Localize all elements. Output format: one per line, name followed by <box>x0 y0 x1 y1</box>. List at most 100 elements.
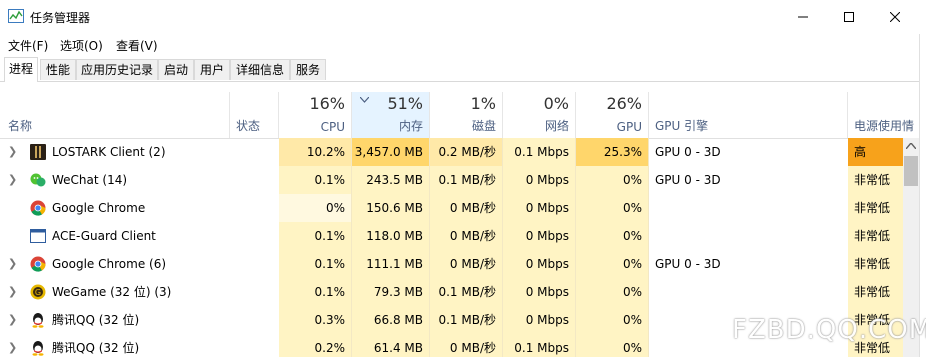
minimize-button[interactable] <box>780 0 826 34</box>
column-disk[interactable]: 1% 磁盘 <box>430 92 503 138</box>
process-gpu: 25.3% <box>576 138 649 166</box>
column-cpu[interactable]: 16% CPU <box>279 92 352 138</box>
process-disk: 0 MB/秒 <box>430 194 503 222</box>
process-net: 0 Mbps <box>503 250 576 278</box>
tab-startup[interactable]: 启动 <box>158 59 194 80</box>
expand-chevron-icon[interactable]: ❯ <box>8 306 18 334</box>
process-mem: 61.4 MB <box>352 334 430 357</box>
process-gpu: 0% <box>576 306 649 334</box>
process-cpu: 0.2% <box>279 334 352 357</box>
process-power-usage: 非常低 <box>848 194 903 222</box>
process-mem: 79.3 MB <box>352 278 430 306</box>
process-mem: 3,457.0 MB <box>352 138 430 166</box>
column-memory[interactable]: 51% 内存 <box>352 92 430 138</box>
process-net: 0 Mbps <box>503 222 576 250</box>
process-name: ACE-Guard Client <box>52 229 156 243</box>
process-row[interactable]: ❯ WeChat (14) 0.1% 243.5 MB 0.1 MB/秒 0 Mbps 0%… <box>0 166 903 194</box>
menu-file[interactable]: 文件(F) <box>8 37 48 54</box>
process-cpu: 0.1% <box>279 222 352 250</box>
process-name: Google Chrome (6) <box>52 257 167 271</box>
process-row[interactable]: ❯ Google Chrome (6) 0.1% 111.1 MB 0 MB/秒 0 Mb… <box>0 250 903 278</box>
minimize-icon <box>798 16 808 18</box>
watermark-text: FZBD.QQ.COM <box>732 315 926 345</box>
process-name: WeGame (32 位) (3) <box>52 285 172 299</box>
maximize-icon <box>844 12 854 22</box>
process-disk: 0.1 MB/秒 <box>430 166 503 194</box>
process-name: 腾讯QQ (32 位) <box>52 313 140 327</box>
chrome-icon <box>30 256 46 272</box>
process-cpu: 0.1% <box>279 278 352 306</box>
process-cpu: 0.1% <box>279 166 352 194</box>
process-row[interactable]: Google Chrome 0% 150.6 MB 0 MB/秒 0 Mbps 0% 非常低 <box>0 194 903 222</box>
process-mem: 111.1 MB <box>352 250 430 278</box>
process-mem: 243.5 MB <box>352 166 430 194</box>
expand-chevron-icon[interactable] <box>8 194 18 222</box>
wegame-icon: G <box>30 284 46 300</box>
task-manager-icon <box>8 9 24 23</box>
menu-view[interactable]: 查看(V) <box>116 37 158 54</box>
qq-icon <box>32 313 44 328</box>
process-net: 0.1 Mbps <box>503 334 576 357</box>
qq-icon <box>32 341 44 356</box>
process-row[interactable]: ❯ LOSTARK Client (2) 10.2% 3,457.0 MB 0.2 MB… <box>0 138 903 166</box>
process-cpu: 0.3% <box>279 306 352 334</box>
scrollbar-thumb[interactable] <box>904 156 918 186</box>
menu-bar: 文件(F) 选项(O) 查看(V) <box>0 34 926 54</box>
process-mem: 118.0 MB <box>352 222 430 250</box>
tab-strip: 进程 性能 应用历史记录 启动 用户 详细信息 服务 <box>0 56 926 82</box>
tab-services[interactable]: 服务 <box>290 59 326 80</box>
process-gpu: 0% <box>576 166 649 194</box>
process-gpu: 0% <box>576 222 649 250</box>
process-status <box>230 278 279 306</box>
process-disk: 0.2 MB/秒 <box>430 138 503 166</box>
ace-guard-icon <box>30 229 46 243</box>
expand-chevron-icon[interactable]: ❯ <box>8 138 18 166</box>
scroll-up-icon <box>906 143 916 149</box>
menu-options[interactable]: 选项(O) <box>60 37 103 54</box>
tab-processes[interactable]: 进程 <box>4 57 38 82</box>
process-power-usage: 高 <box>848 138 903 166</box>
close-button[interactable] <box>872 0 918 34</box>
process-disk: 0 MB/秒 <box>430 250 503 278</box>
process-cpu: 10.2% <box>279 138 352 166</box>
process-power-usage: 非常低 <box>848 250 903 278</box>
process-power-usage: 非常低 <box>848 166 903 194</box>
window-title: 任务管理器 <box>30 11 91 25</box>
column-power-usage[interactable]: 电源使用情 <box>848 92 919 138</box>
expand-chevron-icon[interactable]: ❯ <box>8 278 18 306</box>
tab-app-history[interactable]: 应用历史记录 <box>76 59 158 80</box>
expand-chevron-icon[interactable]: ❯ <box>8 166 18 194</box>
process-net: 0 Mbps <box>503 306 576 334</box>
process-status <box>230 138 279 166</box>
process-gpu-engine: GPU 0 - 3D <box>655 257 721 271</box>
process-gpu: 0% <box>576 278 649 306</box>
process-gpu-engine: GPU 0 - 3D <box>655 145 721 159</box>
expand-chevron-icon[interactable]: ❯ <box>8 250 18 278</box>
tab-performance[interactable]: 性能 <box>40 59 76 80</box>
tab-details[interactable]: 详细信息 <box>230 59 290 80</box>
wechat-icon <box>30 173 46 187</box>
process-cpu: 0% <box>279 194 352 222</box>
process-disk: 0 MB/秒 <box>430 222 503 250</box>
process-power-usage: 非常低 <box>848 222 903 250</box>
expand-chevron-icon[interactable] <box>8 222 18 250</box>
maximize-button[interactable] <box>826 0 872 34</box>
process-disk: 0.1 MB/秒 <box>430 306 503 334</box>
column-gpu-engine[interactable]: GPU 引擎 <box>649 92 848 138</box>
process-mem: 66.8 MB <box>352 306 430 334</box>
process-row[interactable]: ❯ G WeGame (32 位) (3) 0.1% 79.3 MB 0.1 MB/秒 0 … <box>0 278 903 306</box>
column-gpu[interactable]: 26% GPU <box>576 92 649 138</box>
process-status <box>230 166 279 194</box>
column-status[interactable]: 状态 <box>230 92 279 138</box>
tab-users[interactable]: 用户 <box>194 59 230 80</box>
column-header-row: 名称 状态 16% CPU 51% 内存 1% 磁盘 0% 网络 26% GPU… <box>0 92 926 139</box>
process-cpu: 0.1% <box>279 250 352 278</box>
title-bar: 任务管理器 <box>0 0 926 34</box>
process-net: 0.1 Mbps <box>503 138 576 166</box>
process-row[interactable]: ACE-Guard Client 0.1% 118.0 MB 0 MB/秒 0 Mbps… <box>0 222 903 250</box>
column-network[interactable]: 0% 网络 <box>503 92 576 138</box>
column-name[interactable]: 名称 <box>0 92 230 138</box>
close-icon <box>890 12 900 22</box>
process-gpu-engine <box>649 194 848 222</box>
expand-chevron-icon[interactable]: ❯ <box>8 334 18 357</box>
